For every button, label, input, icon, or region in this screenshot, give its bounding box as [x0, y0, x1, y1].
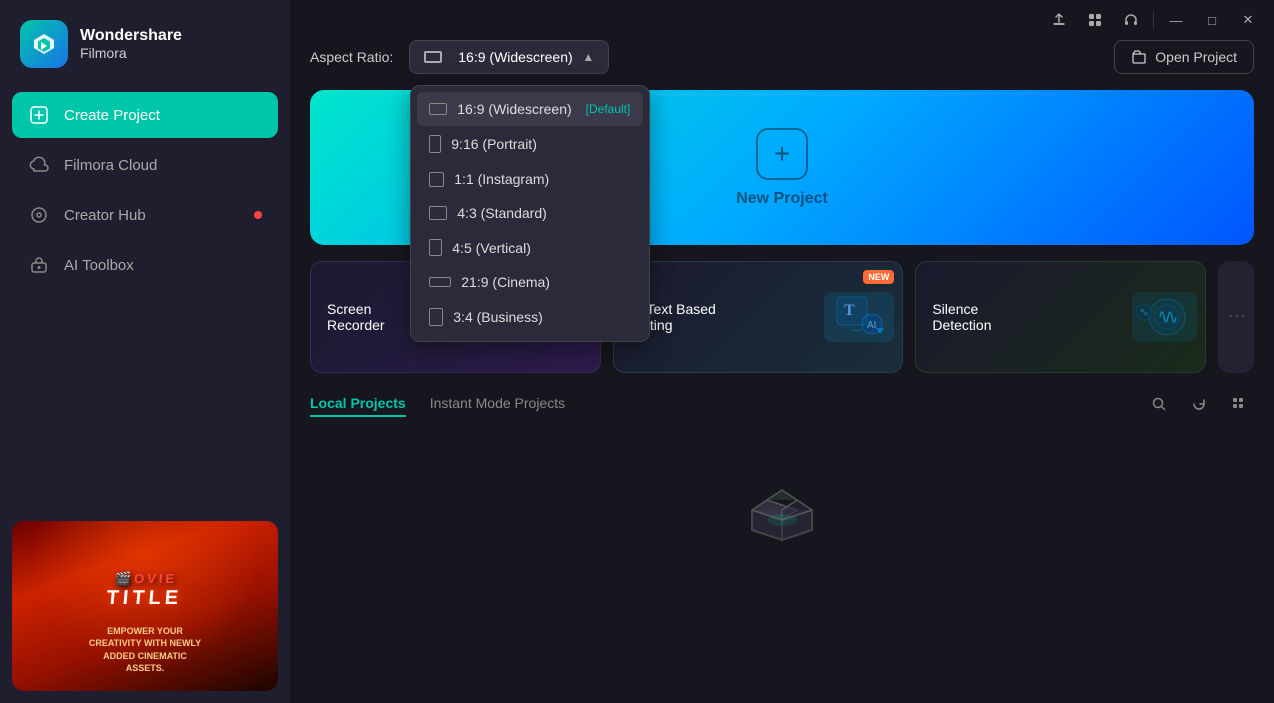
feature-card-silence-detection[interactable]: Silence Detection [915, 261, 1206, 373]
ratio-icon-16-9 [429, 103, 447, 115]
sidebar-thumbnail: 🎬OVIE TITLE EMPOWER YOURCREATIVITY WITH … [12, 521, 278, 691]
dropdown-item-1-1[interactable]: 1:1 (Instagram) [417, 162, 643, 196]
more-cards-button[interactable]: ••• [1218, 261, 1254, 373]
app-product: Filmora [80, 45, 182, 61]
ratio-icon-4-5 [429, 239, 442, 256]
content-area: Aspect Ratio: 16:9 (Widescreen) ▲ 16:9 (… [290, 40, 1274, 703]
thumbnail-caption: EMPOWER YOURCREATIVITY WITH NEWLYADDED C… [24, 625, 266, 675]
tab-local-projects[interactable]: Local Projects [310, 391, 406, 417]
headset-button[interactable] [1117, 6, 1145, 34]
sidebar-item-create-project[interactable]: Create Project [12, 92, 278, 138]
feature-card-ai-text[interactable]: AI Text Based Editing NEW T AI [613, 261, 904, 373]
aspect-ratio-row: Aspect Ratio: 16:9 (Widescreen) ▲ 16:9 (… [310, 40, 1254, 74]
silence-detection-label: Silence Detection [932, 301, 1032, 333]
empty-state [310, 435, 1254, 545]
sidebar: Wondershare Filmora Create Project Filmo… [0, 0, 290, 703]
creator-hub-notification-dot [254, 211, 262, 219]
creator-hub-label: Creator Hub [64, 207, 146, 224]
dropdown-item-16-9[interactable]: 16:9 (Widescreen) [Default] [417, 92, 643, 126]
dropdown-label-21-9: 21:9 (Cinema) [461, 274, 550, 290]
ratio-icon-21-9 [429, 277, 451, 287]
new-project-button[interactable]: + New Project [736, 128, 828, 208]
ratio-icon-4-3 [429, 206, 447, 220]
app-logo-area: Wondershare Filmora [0, 0, 290, 92]
ratio-icon-9-16 [429, 135, 441, 153]
more-icon: ••• [1227, 315, 1245, 319]
dropdown-item-21-9[interactable]: 21:9 (Cinema) [417, 265, 643, 299]
open-project-label: Open Project [1155, 49, 1237, 65]
logo-text: Wondershare Filmora [80, 27, 182, 61]
refresh-projects-button[interactable] [1184, 389, 1214, 419]
dropdown-label-9-16: 9:16 (Portrait) [451, 136, 537, 152]
dropdown-label-16-9: 16:9 (Widescreen) [457, 101, 571, 117]
create-project-icon [28, 104, 50, 126]
projects-tabs: Local Projects Instant Mode Projects [310, 389, 1254, 419]
silence-detection-icon [1132, 292, 1197, 342]
aspect-ratio-value: 16:9 (Widescreen) [458, 49, 574, 65]
titlebar-divider [1153, 11, 1154, 29]
svg-text:T: T [844, 302, 855, 319]
tab-instant-mode[interactable]: Instant Mode Projects [430, 391, 565, 417]
ai-toolbox-icon [28, 254, 50, 276]
filmora-cloud-label: Filmora Cloud [64, 157, 157, 174]
creator-hub-icon [28, 204, 50, 226]
projects-actions [1144, 389, 1254, 419]
new-project-label: New Project [736, 190, 828, 208]
grid-projects-button[interactable] [1224, 389, 1254, 419]
movie-title: 🎬OVIE TITLE [12, 571, 278, 610]
search-projects-button[interactable] [1144, 389, 1174, 419]
minimize-button[interactable]: — [1162, 6, 1190, 34]
create-project-label: Create Project [64, 107, 160, 124]
default-badge: [Default] [586, 102, 631, 116]
sidebar-item-ai-toolbox[interactable]: AI Toolbox [12, 242, 278, 288]
ratio-icon-1-1 [429, 172, 444, 187]
chevron-up-icon: ▲ [582, 50, 594, 64]
dropdown-label-1-1: 1:1 (Instagram) [454, 171, 549, 187]
close-button[interactable]: ✕ [1234, 6, 1262, 34]
ratio-icon-wide [424, 51, 442, 63]
ai-text-icon: T AI [824, 292, 894, 342]
titlebar: — □ ✕ [290, 0, 1274, 40]
silence-detection-visual [1132, 262, 1197, 372]
new-project-plus-icon: + [756, 128, 808, 180]
dropdown-label-4-3: 4:3 (Standard) [457, 205, 547, 221]
sidebar-item-creator-hub[interactable]: Creator Hub [12, 192, 278, 238]
app-name: Wondershare [80, 27, 182, 45]
dropdown-label-4-5: 4:5 (Vertical) [452, 240, 531, 256]
dropdown-item-4-3[interactable]: 4:3 (Standard) [417, 196, 643, 230]
projects-section: Local Projects Instant Mode Projects [310, 389, 1254, 683]
open-project-button[interactable]: Open Project [1114, 40, 1254, 74]
main-content: — □ ✕ Aspect Ratio: 16:9 (Widescreen) ▲ … [290, 0, 1274, 703]
dropdown-item-9-16[interactable]: 9:16 (Portrait) [417, 126, 643, 162]
sidebar-nav: Create Project Filmora Cloud Creator Hub [0, 92, 290, 288]
dropdown-item-4-5[interactable]: 4:5 (Vertical) [417, 230, 643, 265]
empty-box-icon [732, 465, 832, 545]
ai-text-new-badge: NEW [863, 270, 894, 284]
dropdown-label-3-4: 3:4 (Business) [453, 309, 542, 325]
cloud-icon [28, 154, 50, 176]
sidebar-item-filmora-cloud[interactable]: Filmora Cloud [12, 142, 278, 188]
thumbnail-image: 🎬OVIE TITLE EMPOWER YOURCREATIVITY WITH … [12, 521, 278, 691]
upload-button[interactable] [1045, 6, 1073, 34]
svg-text:AI: AI [867, 320, 876, 331]
aspect-ratio-selector[interactable]: 16:9 (Widescreen) ▲ 16:9 (Widescreen) [D… [409, 40, 609, 74]
maximize-button[interactable]: □ [1198, 6, 1226, 34]
ratio-icon-3-4 [429, 308, 443, 326]
aspect-ratio-label: Aspect Ratio: [310, 49, 393, 65]
grid-view-button[interactable] [1081, 6, 1109, 34]
ai-toolbox-label: AI Toolbox [64, 257, 134, 274]
logo-icon [20, 20, 68, 68]
dropdown-item-3-4[interactable]: 3:4 (Business) [417, 299, 643, 335]
aspect-ratio-dropdown: 16:9 (Widescreen) [Default] 9:16 (Portra… [410, 85, 650, 342]
